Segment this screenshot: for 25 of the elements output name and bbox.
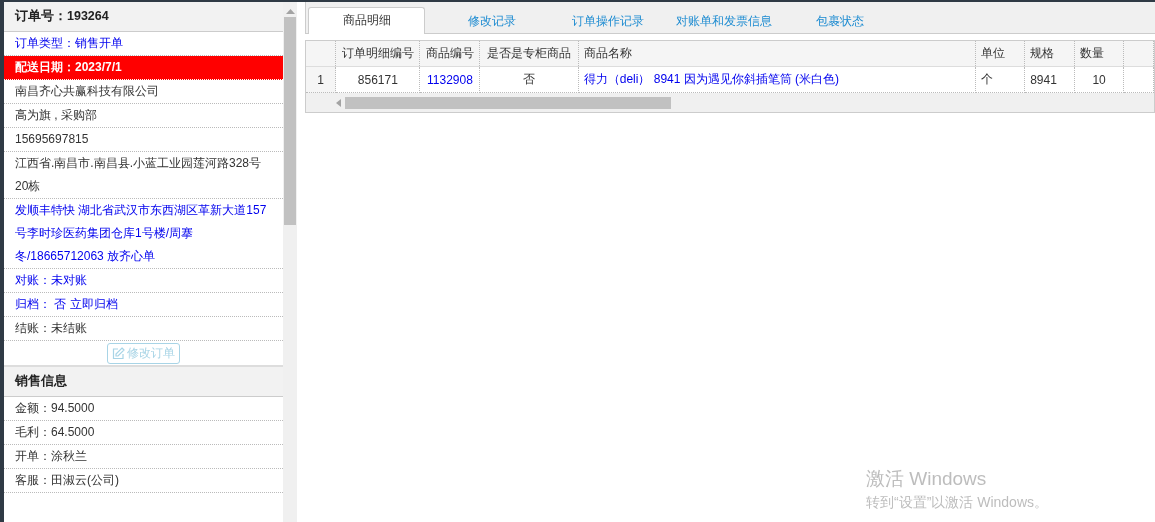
activation-notice-text: 转到“设置”以激活 Windows。 [866,494,1048,512]
tab[interactable]: 对账单和发票信息 [667,8,781,34]
activation-notice-title: 激活 Windows [866,467,988,491]
column-header: 规格 [1024,41,1075,67]
scrollbar[interactable] [283,2,297,522]
delivery-date-banner: 配送日期：2023/7/1 [4,56,283,80]
column-header: 是否是专柜商品 [479,41,579,67]
tab[interactable]: 包裹状态 [783,8,897,34]
column-header: 商品名称 [578,41,976,67]
tab[interactable]: 订单操作记录 [551,8,665,34]
table-cell: 否 [479,66,579,93]
column-header: 商品编号 [419,41,480,67]
table-cell: 856171 [335,66,420,93]
column-header: 数量 [1074,41,1124,67]
column-header: 单位 [975,41,1025,67]
table-link[interactable]: 得力（deli） 8941 因为遇见你斜插笔筒 (米白色) [578,66,976,93]
sales-info-heading: 销售信息 [4,367,283,397]
row-number: 1 [306,66,336,93]
scroll-up-icon[interactable] [285,9,295,14]
scroll-left-icon[interactable] [336,98,341,107]
tab[interactable]: 商品明细 [308,7,425,34]
order-number-heading: 订单号：193264 [4,2,283,32]
edit-icon [112,346,125,360]
column-header: 订单明细编号 [335,41,420,67]
tab[interactable]: 修改记录 [435,8,549,34]
